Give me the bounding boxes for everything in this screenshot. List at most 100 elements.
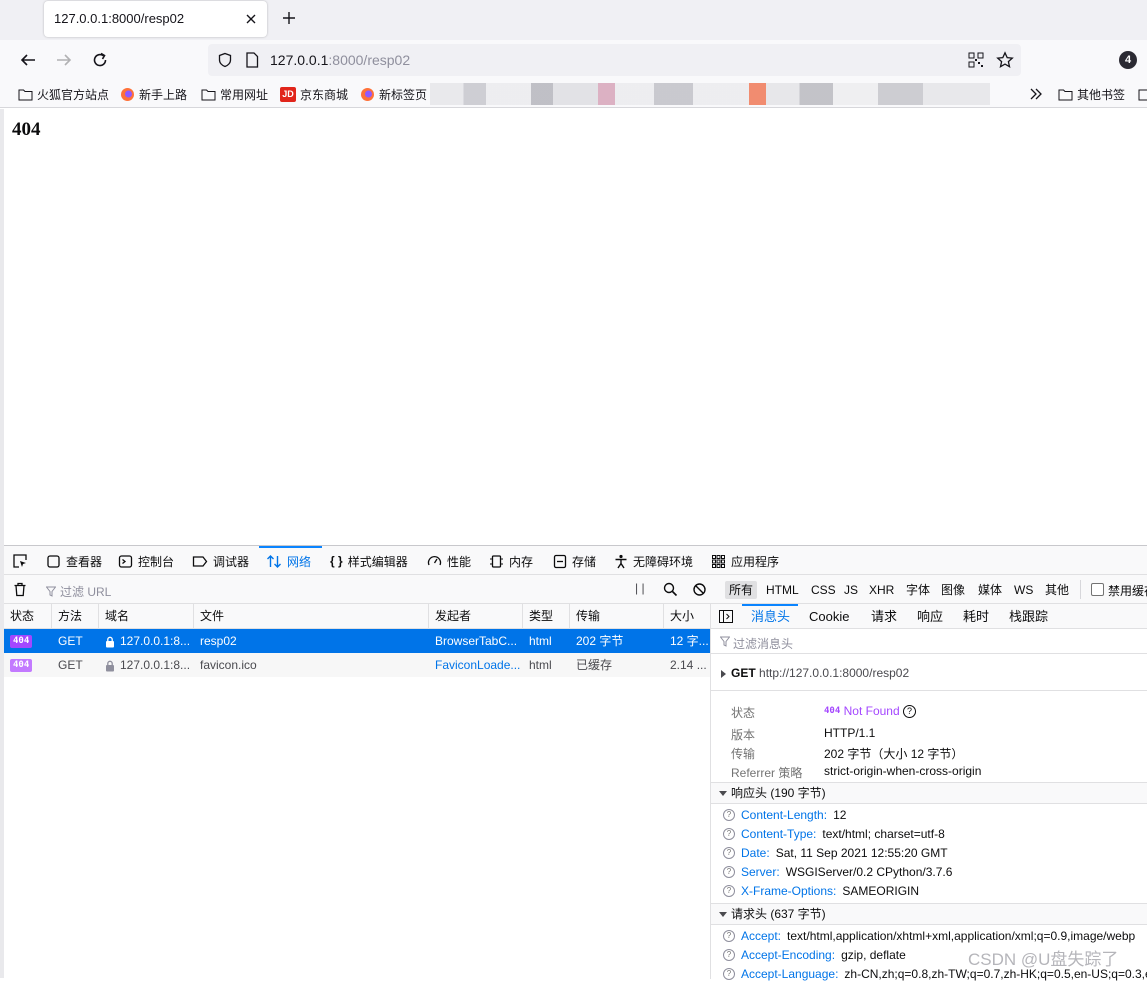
filter-js[interactable]: JS — [840, 581, 862, 599]
funnel-icon — [720, 636, 730, 647]
back-arrow-icon[interactable] — [19, 51, 37, 69]
help-icon[interactable]: ? — [723, 846, 735, 859]
filter-html[interactable]: HTML — [762, 581, 803, 599]
filter-headers-input[interactable]: 过滤消息头 — [711, 629, 1147, 654]
page-heading: 404 — [12, 119, 41, 140]
tab-storage[interactable]: 存储 — [553, 552, 596, 570]
bookmark-item[interactable]: 火狐官方站点 — [18, 86, 109, 102]
row-transfer: 已缓存 — [576, 658, 613, 672]
row-domain: 127.0.0.1:8... — [120, 634, 191, 648]
disable-cache-checkbox[interactable] — [1091, 583, 1104, 596]
search-icon[interactable] — [663, 582, 678, 597]
account-avatar[interactable]: 4 — [1119, 51, 1137, 69]
header-row: ? Date: Sat, 11 Sep 2021 12:55:20 GMT — [723, 843, 948, 862]
folder-icon[interactable] — [1138, 86, 1147, 102]
filter-media[interactable]: 媒体 — [974, 581, 1006, 599]
status-badge: 404 — [10, 659, 33, 673]
response-headers-section[interactable]: 响应头 (190 字节) — [711, 782, 1147, 804]
filter-xhr[interactable]: XHR — [865, 581, 898, 599]
star-icon[interactable] — [996, 51, 1014, 69]
column-initiator[interactable]: 发起者 — [429, 604, 523, 629]
block-icon[interactable] — [692, 582, 707, 597]
filter-url-input[interactable]: 过滤 URL — [46, 583, 111, 600]
bookmark-other[interactable]: 其他书签 — [1058, 86, 1125, 102]
devtools-tabs: 查看器 控制台 调试器 网络 { } 样式编辑器 性能 内存 存储 无障碍环境 … — [4, 546, 1147, 575]
chevron-double-right-icon[interactable] — [1029, 86, 1043, 102]
shield-icon[interactable] — [217, 52, 233, 68]
tab-performance[interactable]: 性能 — [427, 552, 471, 570]
tab-inspector[interactable]: 查看器 — [46, 552, 102, 570]
tab-request[interactable]: 请求 — [871, 604, 897, 629]
bookmark-item[interactable]: 新手上路 — [120, 86, 187, 102]
row-initiator[interactable]: FaviconLoade... — [429, 653, 523, 677]
header-row: ? Content-Type: text/html; charset=utf-8 — [723, 824, 945, 843]
help-icon[interactable]: ? — [723, 827, 735, 840]
tab-timings[interactable]: 耗时 — [963, 604, 989, 629]
toolbar-divider — [1080, 580, 1081, 599]
tab-accessibility[interactable]: 无障碍环境 — [614, 552, 693, 570]
folder-icon — [201, 87, 216, 102]
pause-button[interactable]: | | — [635, 581, 645, 595]
storage-icon — [553, 554, 567, 568]
row-initiator[interactable]: BrowserTabC... — [429, 629, 523, 653]
tab-stack-trace[interactable]: 栈跟踪 — [1009, 604, 1048, 629]
url-bar[interactable]: 127.0.0.1:8000/resp02 — [208, 44, 1021, 76]
column-file[interactable]: 文件 — [194, 604, 429, 629]
bookmark-item[interactable]: 新标签页 — [360, 86, 427, 102]
help-icon[interactable]: ? — [723, 929, 735, 942]
url-text[interactable]: 127.0.0.1:8000/resp02 — [270, 52, 410, 68]
trash-icon[interactable] — [13, 582, 27, 597]
tab-console[interactable]: 控制台 — [118, 552, 174, 570]
help-icon[interactable]: ? — [903, 705, 916, 719]
bookmark-item[interactable]: 常用网址 — [201, 86, 268, 102]
column-type[interactable]: 类型 — [523, 604, 570, 629]
row-method: GET — [58, 658, 83, 672]
help-icon[interactable]: ? — [723, 808, 735, 821]
element-picker-icon[interactable] — [12, 552, 28, 570]
plus-icon[interactable] — [282, 11, 296, 25]
tab-memory[interactable]: 内存 — [489, 552, 533, 570]
column-size[interactable]: 大小 — [664, 604, 710, 629]
tab-style-editor[interactable]: { } 样式编辑器 — [330, 552, 408, 570]
table-row[interactable]: 404 GET 127.0.0.1:8... favicon.ico Favic… — [4, 653, 710, 677]
forward-arrow-icon[interactable] — [55, 51, 73, 69]
filter-css[interactable]: CSS — [807, 581, 840, 599]
filter-images[interactable]: 图像 — [937, 581, 969, 599]
funnel-icon — [46, 586, 56, 597]
table-row[interactable]: 404 GET 127.0.0.1:8... resp02 BrowserTab… — [4, 629, 710, 653]
tab-headers[interactable]: 消息头 — [751, 604, 790, 629]
page-icon[interactable] — [245, 52, 259, 68]
help-icon[interactable]: ? — [723, 948, 735, 961]
tab-cookies[interactable]: Cookie — [809, 604, 849, 629]
close-icon[interactable] — [245, 13, 257, 25]
filter-ws[interactable]: WS — [1010, 581, 1037, 599]
row-type: html — [529, 634, 552, 648]
lock-icon — [105, 660, 115, 672]
tab-debugger[interactable]: 调试器 — [192, 552, 249, 570]
filter-fonts[interactable]: 字体 — [902, 581, 934, 599]
tab-response[interactable]: 响应 — [917, 604, 943, 629]
help-icon[interactable]: ? — [723, 884, 735, 897]
column-method[interactable]: 方法 — [52, 604, 99, 629]
qr-code-icon[interactable] — [968, 52, 984, 68]
status-code: 404 — [824, 706, 841, 717]
column-status[interactable]: 状态 — [4, 604, 52, 629]
tab-network[interactable]: 网络 — [266, 552, 311, 570]
request-summary[interactable]: GET http://127.0.0.1:8000/resp02 — [721, 666, 909, 680]
jd-logo-icon: JD — [280, 86, 296, 102]
column-domain[interactable]: 域名 — [99, 604, 194, 629]
help-icon[interactable]: ? — [723, 865, 735, 878]
bookmark-item[interactable]: JD 京东商城 — [280, 86, 348, 102]
filter-other[interactable]: 其他 — [1041, 581, 1073, 599]
folder-icon — [18, 87, 33, 102]
reload-icon[interactable] — [91, 51, 109, 69]
toggle-panel-icon[interactable] — [719, 610, 733, 623]
request-headers-section[interactable]: 请求头 (637 字节) — [711, 903, 1147, 925]
request-table: 状态 方法 域名 文件 发起者 类型 传输 大小 404 GET 127.0.0… — [4, 604, 710, 979]
header-row: ? Accept: text/html,application/xhtml+xml,… — [723, 926, 1135, 945]
filter-all[interactable]: 所有 — [725, 581, 758, 599]
braces-icon: { } — [330, 554, 343, 568]
tab-application[interactable]: 应用程序 — [711, 552, 779, 570]
column-transfer[interactable]: 传输 — [570, 604, 664, 629]
browser-tab[interactable]: 127.0.0.1:8000/resp02 — [44, 1, 267, 37]
